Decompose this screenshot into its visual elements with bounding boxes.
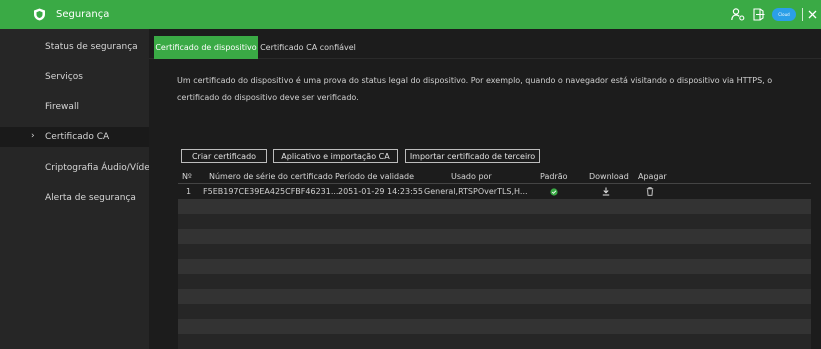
table-row <box>178 289 811 304</box>
table-row <box>178 334 811 349</box>
certificate-table: Nº Número de série do certificado Períod… <box>178 170 811 349</box>
logout-icon[interactable] <box>752 6 766 23</box>
table-row <box>178 304 811 319</box>
column-header: Download <box>589 172 629 181</box>
chevron-right-icon: › <box>31 131 35 141</box>
sidebar-item-security-status[interactable]: Status de segurança <box>0 37 149 57</box>
table-header: Nº Número de série do certificado Períod… <box>178 170 811 184</box>
titlebar-divider <box>802 8 803 21</box>
sidebar-item-services[interactable]: Serviços <box>0 67 149 87</box>
sidebar-item-label: Serviços <box>45 72 83 82</box>
table-row <box>178 229 811 244</box>
download-icon[interactable] <box>601 187 610 196</box>
title-bar: Segurança Cloud <box>0 0 821 29</box>
app-import-ca-button[interactable]: Aplicativo e importação CA <box>273 149 398 163</box>
cell-used-by: General,RTSPOverTLS,H... <box>424 187 528 196</box>
table-row <box>178 199 811 214</box>
column-header: Período de validade <box>335 172 414 181</box>
cloud-icon[interactable]: Cloud <box>772 8 796 21</box>
create-certificate-button[interactable]: Criar certificado <box>181 149 267 163</box>
close-icon[interactable] <box>807 6 818 23</box>
tab-device-certificate[interactable]: Certificado de dispositivo <box>154 36 258 59</box>
cell-no: 1 <box>186 187 192 196</box>
tab-bar: Certificado de dispositivo Certificado C… <box>149 29 821 59</box>
sidebar-item-av-encryption[interactable]: Criptografia Áudio/Vídeo <box>0 158 155 178</box>
app-title: Segurança <box>56 9 110 20</box>
cell-validity: 2051-01-29 14:23:55 <box>338 187 423 196</box>
table-row <box>178 244 811 259</box>
column-header: Nº <box>182 172 192 181</box>
table-row <box>178 214 811 229</box>
sidebar-item-label: Status de segurança <box>45 42 138 52</box>
description-text: Um certificado do dispositivo é uma prov… <box>177 76 773 102</box>
column-header: Usado por <box>451 172 492 181</box>
table-row <box>178 319 811 334</box>
table-row <box>178 259 811 274</box>
sidebar-item-label: Firewall <box>45 102 79 112</box>
sidebar-item-label: Alerta de segurança <box>45 193 136 203</box>
user-settings-icon[interactable] <box>730 6 746 23</box>
main-content: Certificado de dispositivo Certificado C… <box>149 29 821 349</box>
trash-icon[interactable] <box>645 187 654 196</box>
tab-trusted-ca-certificate[interactable]: Certificado CA confiável <box>259 36 357 59</box>
default-check-icon[interactable] <box>549 187 558 196</box>
sidebar-item-ca-certificate[interactable]: › Certificado CA <box>0 127 149 147</box>
cloud-badge-label: Cloud <box>778 11 790 17</box>
sidebar-item-label: Criptografia Áudio/Vídeo <box>45 163 156 173</box>
sidebar-item-firewall[interactable]: Firewall <box>0 97 149 117</box>
table-row <box>178 274 811 289</box>
sidebar-item-label: Certificado CA <box>45 132 110 142</box>
sidebar: Status de segurança Serviços Firewall › … <box>0 29 155 349</box>
column-header: Padrão <box>540 172 568 181</box>
table-row[interactable]: 1 F5EB197CE39EA425CFBF46231... 2051-01-2… <box>178 184 811 199</box>
shield-logo-icon <box>34 8 45 21</box>
cell-serial: F5EB197CE39EA425CFBF46231... <box>203 187 339 196</box>
sidebar-item-security-alert[interactable]: Alerta de segurança <box>0 188 149 208</box>
column-header: Apagar <box>638 172 667 181</box>
column-header: Número de série do certificado <box>209 172 333 181</box>
import-third-party-certificate-button[interactable]: Importar certificado de terceiro <box>405 149 540 163</box>
